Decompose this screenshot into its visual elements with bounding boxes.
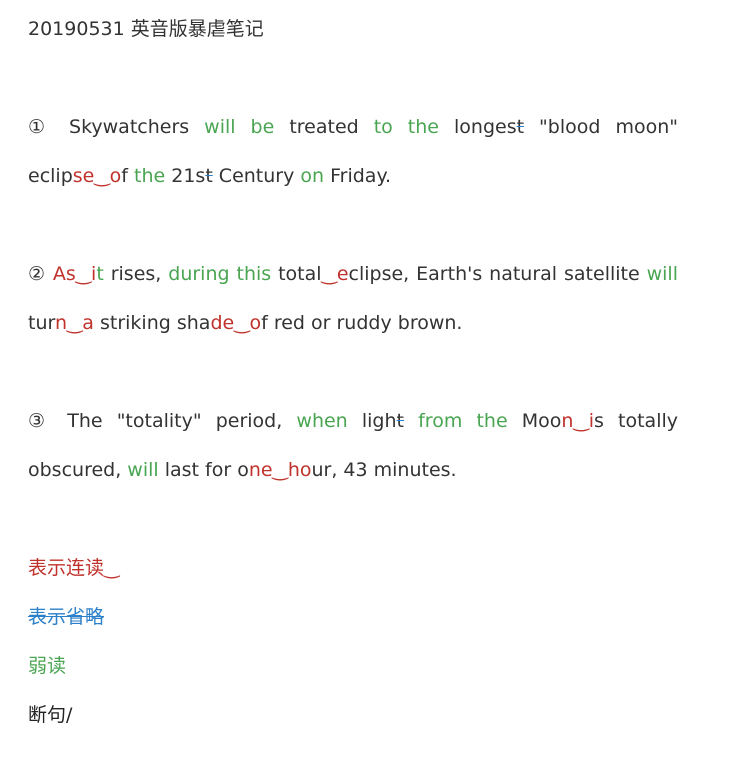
segment-plain-text <box>404 410 418 432</box>
segment-weak-reading: to the <box>373 116 439 138</box>
segment-weak-reading: on <box>300 165 325 187</box>
segment-weak-reading: when <box>296 410 348 432</box>
segment-plain-text: ligh <box>347 410 397 432</box>
segment-plain-text: clipse, Earth's natural satellite <box>348 263 647 285</box>
segment-linking: ne‿ho <box>248 459 312 481</box>
segment-plain-text: tur <box>28 312 55 334</box>
sentence-1: ① Skywatchers will be treated to the lon… <box>28 103 678 201</box>
legend-linking: 表示连读‿ <box>28 557 120 579</box>
segment-omitted-letter: t <box>516 116 525 138</box>
sentence-3: ③ The "totality" period, when light from… <box>28 397 678 495</box>
segment-linking: se‿o <box>72 165 122 187</box>
segment-plain-text: last for o <box>158 459 249 481</box>
segment-weak-reading: will be <box>204 116 275 138</box>
segment-omitted-letter: t <box>205 165 213 187</box>
segment-linking: ‿e <box>321 263 349 285</box>
segment-plain-text: total <box>271 263 322 285</box>
segment-plain-text: ③ The "totality" period, <box>28 410 297 432</box>
segment-plain-text: ② <box>28 263 53 285</box>
segment-weak-reading: from the <box>418 410 508 432</box>
segment-omitted-letter: t <box>396 410 404 432</box>
segment-weak-reading: will <box>127 459 159 481</box>
segment-plain-text: f <box>121 165 128 187</box>
segment-weak-reading: t <box>96 263 104 285</box>
sentence-2: ② As‿it rises, during this total‿eclipse… <box>28 250 678 348</box>
segment-weak-reading: the <box>127 165 166 187</box>
segment-plain-text: ① Skywatchers <box>28 116 205 138</box>
legend-weak-reading: 弱读 <box>28 655 67 677</box>
segment-plain-text: striking sha <box>93 312 211 334</box>
note-page: 20190531 英音版暴虐笔记 ① Skywatchers will be t… <box>0 0 750 757</box>
segment-plain-text: 21s <box>165 165 206 187</box>
segment-linking: n‿a <box>54 312 94 334</box>
segment-plain-text: ur, 43 minutes. <box>311 459 457 481</box>
segment-weak-reading: during this <box>168 263 272 285</box>
segment-plain-text: Moo <box>507 410 562 432</box>
segment-plain-text: f red or ruddy brown. <box>261 312 463 334</box>
legend-omission: 表示省略 <box>28 606 105 628</box>
segment-linking: As‿i <box>52 263 97 285</box>
segment-weak-reading: will <box>646 263 678 285</box>
page-title: 20190531 英音版暴虐笔记 <box>28 18 264 40</box>
segment-linking: n‿i <box>561 410 594 432</box>
segment-plain-text: Century <box>212 165 301 187</box>
segment-plain-text: rises, <box>103 263 169 285</box>
segment-plain-text: Friday. <box>324 165 392 187</box>
legend-pause: 断句/ <box>28 704 73 726</box>
segment-plain-text: treated <box>274 116 374 138</box>
segment-linking: de‿o <box>210 312 262 334</box>
segment-plain-text: longes <box>438 116 517 138</box>
